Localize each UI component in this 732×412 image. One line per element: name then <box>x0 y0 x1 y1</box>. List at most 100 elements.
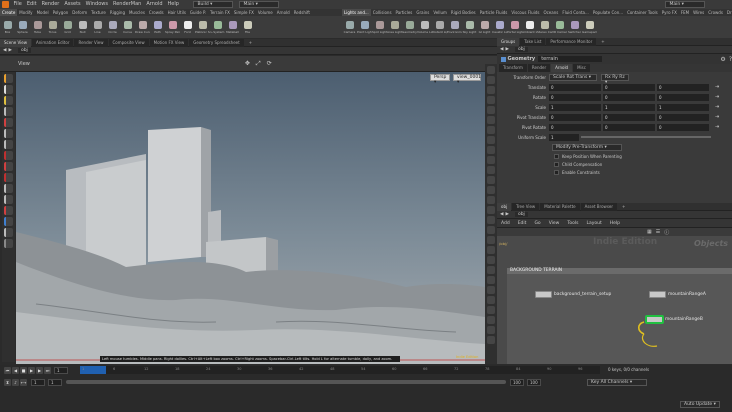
tool-strip-icon-13[interactable] <box>4 217 13 226</box>
shelf-tab-viscous-fluids[interactable]: Viscous Fluids <box>509 9 541 16</box>
realtime-icon[interactable]: ⧗ <box>4 378 11 386</box>
rewind-icon[interactable]: ⏮ <box>4 366 11 374</box>
param-path[interactable]: obj <box>514 47 528 52</box>
tool-strip-icon-2[interactable] <box>4 96 13 105</box>
shelf-tab-oceans[interactable]: Oceans <box>541 9 560 16</box>
node-background-terrain-setup[interactable]: background_terrain_setup <box>535 291 611 298</box>
network-path[interactable]: obj <box>514 212 528 217</box>
param-field-x[interactable]: 1 <box>549 103 601 111</box>
param-tab-misc[interactable]: Misc <box>573 64 590 72</box>
tab-geometry-spreadsheet[interactable]: Geometry Spreadsheet <box>189 38 244 47</box>
display-option-icon-2[interactable] <box>487 86 495 94</box>
network-menu-view[interactable]: View <box>549 221 560 226</box>
display-option-icon-5[interactable] <box>487 116 495 124</box>
menu-file[interactable]: File <box>11 0 24 9</box>
tool-draw-curve[interactable]: Draw Curve <box>135 16 150 38</box>
shelf-tab-grains[interactable]: Grains <box>414 9 431 16</box>
node-box[interactable] <box>649 291 666 298</box>
tool-spot-light[interactable]: Spot Light <box>372 16 387 38</box>
tool-curve[interactable]: Curve <box>120 16 135 38</box>
add-tab-icon[interactable]: + <box>618 203 629 211</box>
tool-tube[interactable]: Tube <box>30 16 45 38</box>
display-option-icon-4[interactable] <box>487 106 495 114</box>
display-option-icon-6[interactable] <box>487 126 495 134</box>
tab-animation-editor[interactable]: Animation Editor <box>31 38 74 47</box>
shelf-tab-wires[interactable]: Wires <box>691 9 706 16</box>
tool-strip-icon-4[interactable] <box>4 118 13 127</box>
param-field-x[interactable]: 0 <box>549 113 601 121</box>
param-field-z[interactable]: 1 <box>657 103 709 111</box>
checkbox-enable-constraints[interactable] <box>554 169 559 175</box>
menu-assets[interactable]: Assets <box>62 0 83 9</box>
tab-tree-view[interactable]: Tree View <box>512 202 540 211</box>
shelf-tab-populate-con[interactable]: Populate Con... <box>591 9 625 16</box>
tool-file[interactable]: File <box>240 16 255 38</box>
node-mountain-range-a[interactable]: mountainRangeA <box>649 291 706 298</box>
tool-line[interactable]: Line <box>90 16 105 38</box>
shelf-tab-fluid-conta[interactable]: Fluid Conta... <box>560 9 590 16</box>
tool-l-system[interactable]: L-System <box>210 16 225 38</box>
back-icon[interactable]: ◀ <box>500 47 503 52</box>
channel-icon[interactable]: ⇥ <box>715 124 719 130</box>
menu-render[interactable]: Render <box>39 0 62 9</box>
tool-box[interactable]: Box <box>0 16 15 38</box>
tool-circle[interactable]: Circle <box>105 16 120 38</box>
add-tab-icon[interactable]: + <box>245 39 256 47</box>
shelf-tab-rigid-bodies[interactable]: Rigid Bodies <box>449 9 478 16</box>
menu-edit[interactable]: Edit <box>24 0 39 9</box>
menu-help[interactable]: Help <box>165 0 181 9</box>
persp-menu[interactable]: Persp ▾ <box>430 74 450 85</box>
shelf-tab-crowds[interactable]: Crowds <box>147 9 166 16</box>
forward-icon[interactable]: ▶ <box>505 212 508 217</box>
display-option-icon-23[interactable] <box>487 296 495 304</box>
desktop-dropdown-right[interactable]: Main ▾ <box>665 1 706 8</box>
fast-forward-icon[interactable]: ⏭ <box>44 366 51 374</box>
shelf-tab-create[interactable]: Create <box>0 9 18 16</box>
tool-stereo-camera[interactable]: Stereo Camera <box>537 16 552 38</box>
param-field-z[interactable]: 0 <box>657 113 709 121</box>
info-icon[interactable]: ⓘ <box>664 229 669 236</box>
tool-camera[interactable]: Camera <box>342 16 357 38</box>
forward-icon[interactable]: ▶ <box>505 47 508 52</box>
network-menu-go[interactable]: Go <box>534 221 540 226</box>
shelf-tab-vellum[interactable]: Vellum <box>431 9 449 16</box>
menu-renderman[interactable]: RenderMan <box>110 0 143 9</box>
tool-point-light[interactable]: Point Light <box>357 16 372 38</box>
display-option-icon-27[interactable] <box>487 336 495 344</box>
current-frame-field[interactable]: 1 <box>54 366 68 374</box>
shelf-tab-modify[interactable]: Modify <box>17 9 34 16</box>
path-label[interactable]: obj <box>17 48 31 53</box>
node-box[interactable] <box>535 291 552 298</box>
shelf-tab-volume[interactable]: Volume <box>256 9 275 16</box>
tool-strip-icon-14[interactable] <box>4 228 13 237</box>
display-option-icon-18[interactable] <box>487 246 495 254</box>
display-option-icon-11[interactable] <box>487 176 495 184</box>
display-option-icon-17[interactable] <box>487 236 495 244</box>
node-mountain-range-b[interactable]: mountainRangeB <box>646 316 703 323</box>
channel-icon[interactable]: ⇥ <box>715 104 719 110</box>
auto-update-menu[interactable]: Auto Update ▾ <box>680 400 720 408</box>
param-tab-arnold[interactable]: Arnold <box>551 64 573 72</box>
param-tab-render[interactable]: Render <box>527 64 551 72</box>
shelf-tab-crowds[interactable]: Crowds <box>706 9 725 16</box>
node-name-field[interactable]: terrain <box>538 56 603 62</box>
transform-handle-icon[interactable]: ✥ <box>245 60 250 67</box>
network-menu-edit[interactable]: Edit <box>518 221 527 226</box>
modify-pretransform-menu[interactable]: Modify Pre-Transform ▾ <box>552 143 622 151</box>
tool-vr-camera[interactable]: VR Camera <box>552 16 567 38</box>
tool-switcher[interactable]: Switcher <box>567 16 582 38</box>
step-back-icon[interactable]: ◀ <box>12 366 19 374</box>
rotate-order-menu[interactable]: Rx Ry Rz ▾ <box>601 73 629 85</box>
shelf-tab-container-tools[interactable]: Container Tools <box>625 9 660 16</box>
param-field-x[interactable]: 0 <box>549 83 601 91</box>
display-option-icon-8[interactable] <box>487 146 495 154</box>
display-option-icon-7[interactable] <box>487 136 495 144</box>
key-channels-menu[interactable]: Key All Channels ▾ <box>587 378 647 386</box>
param-field-z[interactable]: 0 <box>657 93 709 101</box>
houdini-logo-icon[interactable] <box>2 1 9 8</box>
tool-volume-light[interactable]: Volume Light <box>417 16 432 38</box>
range-slider[interactable] <box>66 380 506 384</box>
display-option-icon-10[interactable] <box>487 166 495 174</box>
tool-geometry-light[interactable]: Geometry Light <box>402 16 417 38</box>
network-menu-layout[interactable]: Layout <box>586 221 601 226</box>
